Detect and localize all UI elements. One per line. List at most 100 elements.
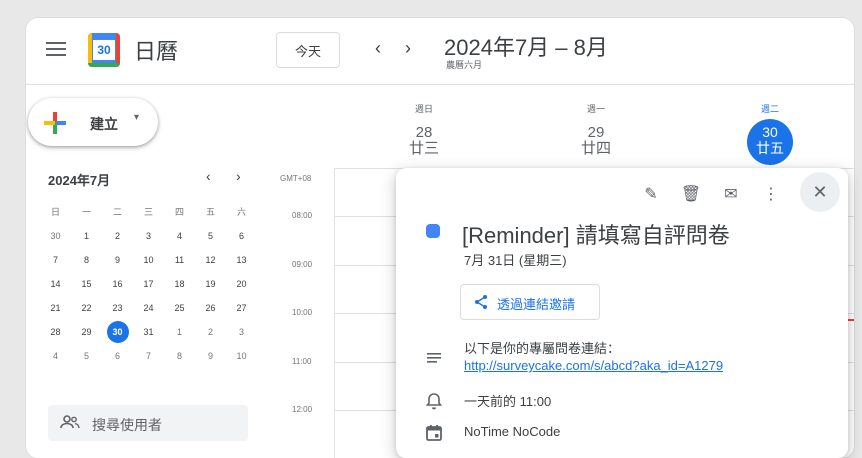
time-label: 10:00 [292,308,313,317]
event-details-popup: ✎ 🗑 ✉ ⋮ ✕ [Reminder] 請填寫自評問卷 7月 31日 (星期三… [396,168,848,458]
header: 30 日曆 今天 ‹ › 2024年7月 – 8月 農曆六月 [26,18,854,85]
mini-calendar-day[interactable]: 10 [226,344,257,368]
mini-calendar-day[interactable]: 26 [195,296,226,320]
mini-calendar-day[interactable]: 19 [195,272,226,296]
plus-icon [44,112,66,134]
mini-calendar-day[interactable]: 25 [164,296,195,320]
mini-calendar-day[interactable]: 15 [71,272,102,296]
mini-calendar-day[interactable]: 1 [71,224,102,248]
weekday-label: 六 [236,207,246,217]
mini-calendar-day[interactable]: 2 [195,320,226,344]
close-button[interactable]: ✕ [800,172,840,212]
day-name: 週二 [760,104,779,114]
mini-calendar-day[interactable]: 8 [164,344,195,368]
weekday-label: 五 [205,207,215,217]
weekday-label: 一 [81,207,91,217]
mini-calendar-day[interactable]: 1 [164,320,195,344]
day-lunar: 廿五 [756,140,784,156]
day-name: 週日 [414,104,433,114]
event-calendar-name: NoTime NoCode [464,424,561,439]
mini-calendar-day[interactable]: 20 [226,272,257,296]
today-button[interactable]: 今天 [276,32,340,68]
mini-calendar-day[interactable]: 9 [102,248,133,272]
delete-icon[interactable]: 🗑 [680,184,702,206]
mini-calendar-day[interactable]: 21 [40,296,71,320]
mini-calendar-day[interactable]: 2 [102,224,133,248]
create-label: 建立 [90,116,118,132]
create-button[interactable]: 建立 ▾ [28,98,158,146]
mini-calendar-day[interactable]: 7 [133,344,164,368]
day-header-sun[interactable]: 週日 28 廿三 [394,102,454,157]
time-label: 09:00 [292,260,313,269]
mini-calendar-day[interactable]: 16 [102,272,133,296]
mini-calendar-grid: 日一二三四五六 30 1 2 3 4 5 6 7 8 9 10 11 12 13 14 15 16 17 18 19 20… [40,200,248,368]
mini-calendar-day[interactable]: 22 [71,296,102,320]
event-color-chip [426,224,440,238]
people-icon [60,415,80,429]
edit-icon[interactable]: ✎ [640,184,662,206]
mini-prev-icon[interactable]: ‹ [206,168,211,184]
chevron-left-icon[interactable]: ‹ [368,38,388,58]
weekday-label: 日 [50,207,60,217]
mini-calendar-day[interactable]: 5 [71,344,102,368]
day-header-mon[interactable]: 週一 29 廿四 [566,102,626,157]
mini-calendar-day[interactable]: 4 [164,224,195,248]
mini-next-icon[interactable]: › [236,168,241,184]
chevron-right-icon[interactable]: › [398,38,418,58]
search-users-placeholder: 搜尋使用者 [92,417,162,433]
mini-calendar-day[interactable]: 8 [71,248,102,272]
time-label: 08:00 [292,211,313,220]
mini-calendar-day[interactable]: 23 [102,296,133,320]
event-date: 7月 31日 (星期三) [464,253,567,268]
survey-link[interactable]: http://surveycake.com/s/abcd?aka_id=A127… [464,358,723,373]
app-title: 日曆 [134,39,179,64]
mini-calendar-day[interactable]: 27 [226,296,257,320]
time-label: 12:00 [292,405,313,414]
event-title: [Reminder] 請填寫自評問卷 [462,223,730,248]
calendar-icon [426,425,442,441]
weekday-label: 三 [143,207,153,217]
mini-calendar-day[interactable]: 6 [102,344,133,368]
mini-calendar-day[interactable]: 30 [40,224,71,248]
mini-calendar-day[interactable]: 11 [164,248,195,272]
menu-icon[interactable] [44,38,68,62]
email-icon[interactable]: ✉ [720,184,742,206]
calendar-logo-icon: 30 [88,33,120,67]
mini-calendar-day[interactable]: 3 [226,320,257,344]
mini-calendar-day[interactable]: 6 [226,224,257,248]
mini-calendar-day[interactable]: 29 [71,320,102,344]
mini-calendar-day[interactable]: 24 [133,296,164,320]
mini-calendar-day[interactable]: 10 [133,248,164,272]
logo-day: 30 [93,40,115,60]
share-icon [475,295,487,309]
today-circle: 30 廿五 [747,119,793,165]
description-icon [427,353,441,363]
more-options-icon[interactable]: ⋮ [760,184,782,206]
mini-calendar-day[interactable]: 5 [195,224,226,248]
mini-calendar-day[interactable]: 3 [133,224,164,248]
mini-calendar-day[interactable]: 17 [133,272,164,296]
mini-calendar-day[interactable]: 4 [40,344,71,368]
weekday-label: 四 [174,207,184,217]
day-header-tue[interactable]: 週二 30 廿五 [740,102,800,165]
event-description: 以下是你的專屬問卷連結： [464,341,621,356]
day-number: 30 [762,124,778,140]
mini-calendar-day[interactable]: 30 [102,320,133,344]
mini-calendar-day[interactable]: 31 [133,320,164,344]
day-number: 28 [415,124,433,141]
mini-calendar-title: 2024年7月 [48,173,111,188]
mini-calendar-day[interactable]: 9 [195,344,226,368]
weekday-label: 二 [112,207,122,217]
mini-calendar-day[interactable]: 13 [226,248,257,272]
mini-calendar-day[interactable]: 7 [40,248,71,272]
mini-calendar-day[interactable]: 18 [164,272,195,296]
timezone-label: GMT+08 [280,174,312,183]
search-users-field[interactable]: 搜尋使用者 [48,405,248,441]
day-number: 29 [587,124,605,141]
event-reminder: 一天前的 11:00 [464,394,552,409]
mini-calendar-day[interactable]: 12 [195,248,226,272]
mini-calendar-day[interactable]: 28 [40,320,71,344]
invite-via-link-button[interactable]: 透過連結邀請 [460,284,600,320]
time-label: 11:00 [292,357,312,366]
mini-calendar-day[interactable]: 14 [40,272,71,296]
